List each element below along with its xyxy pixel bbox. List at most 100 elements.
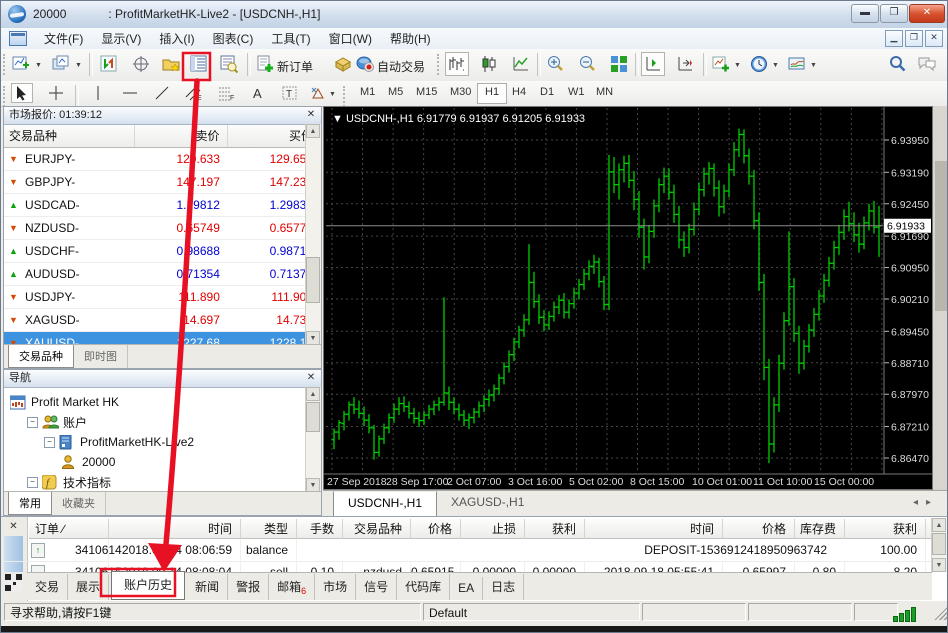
terminal-close-icon[interactable]: ✕ (7, 520, 20, 533)
menu-item-0[interactable]: 文件(F) (35, 28, 92, 49)
candle-chart-mode-button[interactable] (477, 52, 501, 76)
periods-button[interactable] (747, 52, 771, 76)
indicators-dropdown[interactable]: ▼ (734, 62, 741, 69)
chat-icon[interactable] (915, 52, 939, 76)
terminal-column-0[interactable]: 订单 ∕ (29, 519, 109, 539)
toolbar-grip[interactable] (3, 54, 8, 75)
terminal-column-11[interactable]: 获利 (845, 519, 926, 539)
chart-tab-arrows[interactable]: ◂▸ (913, 497, 939, 508)
scroll-down-icon[interactable]: ▼ (932, 558, 946, 572)
market-watch-close-icon[interactable]: ✕ (305, 109, 317, 121)
scroll-thumb[interactable] (306, 257, 320, 303)
terminal-column-9[interactable]: 价格 (723, 519, 795, 539)
restore-button[interactable]: ❐ (880, 4, 908, 23)
menu-item-2[interactable]: 插入(I) (150, 28, 203, 49)
terminal-tab-10[interactable]: 日志 (483, 574, 524, 600)
price-chart[interactable]: 6.939506.931906.924506.916906.909506.902… (323, 106, 933, 490)
data-window-button[interactable] (217, 52, 241, 76)
scroll-down-icon[interactable]: ▼ (306, 478, 320, 492)
tree-expander-icon[interactable]: − (44, 437, 55, 448)
terminal-tab-0[interactable]: 交易 (27, 574, 68, 600)
scroll-up-icon[interactable]: ▲ (306, 124, 320, 138)
close-button[interactable]: ✕ (909, 4, 945, 23)
shapes-button[interactable] (307, 83, 329, 103)
navigator-close-icon[interactable]: ✕ (305, 372, 317, 384)
resize-grip[interactable] (934, 607, 947, 620)
terminal-tab-5[interactable]: 邮箱6 (269, 574, 315, 600)
crosshair-target-button[interactable] (129, 52, 153, 76)
toolbar-grip[interactable] (437, 54, 442, 75)
market-watch-row-eurjpy[interactable]: ▼EURJPY-129.633129.655 (4, 148, 321, 171)
terminal-column-6[interactable]: 止损 (461, 519, 525, 539)
horizontal-line-button[interactable] (119, 83, 141, 103)
scroll-thumb[interactable] (306, 402, 320, 432)
timeframe-d1[interactable]: D1 (533, 83, 561, 102)
scroll-up-icon[interactable]: ▲ (932, 518, 946, 532)
market-watch-row-usdjpy[interactable]: ▼USDJPY-111.890111.906 (4, 286, 321, 309)
market-watch-row-nzdusd[interactable]: ▼NZDUSD-0.657490.65773 (4, 217, 321, 240)
tree-expander-icon[interactable]: − (27, 477, 38, 488)
terminal-tab-2[interactable]: 账户历史 (111, 571, 185, 600)
periods-dropdown[interactable]: ▼ (772, 62, 779, 69)
terminal-tab-3[interactable]: 新闻 (187, 574, 228, 600)
navigator-item-4[interactable]: −f技术指标 (4, 472, 321, 492)
terminal-column-10[interactable]: 库存费 (795, 519, 845, 539)
new-chart-dropdown[interactable]: ▼ (35, 62, 42, 69)
navigator-item-2[interactable]: −ProfitMarketHK-Live2 (4, 432, 321, 452)
market-watch-row-audusd[interactable]: ▲AUDUSD-0.713540.71373 (4, 263, 321, 286)
zoom-out-button[interactable] (575, 52, 599, 76)
timeframe-m15[interactable]: M15 (409, 83, 444, 102)
navigator-folder-button[interactable] (159, 52, 183, 76)
minimize-button[interactable]: ▬ (851, 4, 879, 23)
vertical-line-button[interactable] (87, 83, 109, 103)
timeframe-m1[interactable]: M1 (353, 83, 382, 102)
menu-item-5[interactable]: 窗口(W) (320, 28, 381, 49)
trendline-button[interactable] (151, 83, 173, 103)
profiles-dropdown[interactable]: ▼ (75, 62, 82, 69)
market-watch-row-usdchf[interactable]: ▲USDCHF-0.986880.98712 (4, 240, 321, 263)
shapes-dropdown[interactable]: ▼ (329, 91, 336, 98)
terminal-column-7[interactable]: 获利 (525, 519, 585, 539)
terminal-tab-6[interactable]: 市场 (315, 574, 356, 600)
market-watch-button[interactable] (187, 52, 211, 76)
tile-windows-button[interactable] (607, 52, 631, 76)
chart-side-scrollbar[interactable] (933, 106, 948, 488)
text-label-button[interactable]: T (279, 83, 301, 103)
crosshair-button[interactable] (45, 83, 67, 103)
timeframe-m5[interactable]: M5 (381, 83, 410, 102)
market-watch-row-usdcad[interactable]: ▲USDCAD-1.298121.29834 (4, 194, 321, 217)
scroll-up-icon[interactable]: ▲ (306, 387, 320, 401)
navigator-item-0[interactable]: Profit Market HK (4, 392, 321, 412)
tab-tick-chart[interactable]: 即时图 (74, 345, 128, 368)
column-bid[interactable]: 卖价 (135, 125, 229, 147)
timeframe-m30[interactable]: M30 (443, 83, 478, 102)
templates-dropdown[interactable]: ▼ (810, 62, 817, 69)
templates-button[interactable] (785, 52, 809, 76)
indicators-button[interactable] (709, 52, 733, 76)
tab-common[interactable]: 常用 (8, 492, 52, 515)
terminal-column-3[interactable]: 手数 (297, 519, 343, 539)
profiles-button[interactable] (49, 52, 73, 76)
navigator-item-3[interactable]: 20000 (4, 452, 321, 472)
cursor-button[interactable] (11, 83, 33, 103)
market-watch-row-gbpjpy[interactable]: ▼GBPJPY-147.197147.233 (4, 171, 321, 194)
timeframe-h1[interactable]: H1 (477, 83, 507, 104)
child-minimize-button[interactable]: ▁ (885, 30, 903, 47)
column-symbol[interactable]: 交易品种 (4, 125, 135, 147)
child-restore-button[interactable]: ❐ (905, 30, 923, 47)
terminal-tab-4[interactable]: 警报 (228, 574, 269, 600)
scroll-down-icon[interactable]: ▼ (306, 331, 320, 345)
new-order-button[interactable]: 新订单 (277, 58, 313, 75)
text-button[interactable]: A (247, 83, 269, 103)
channel-button[interactable]: E (183, 83, 205, 103)
new-order-icon[interactable] (253, 52, 277, 76)
zoom-in-button[interactable] (543, 52, 567, 76)
tab-symbols[interactable]: 交易品种 (8, 345, 74, 368)
chart-shift-button[interactable] (641, 52, 665, 76)
menu-item-4[interactable]: 工具(T) (262, 28, 319, 49)
autotrading-button[interactable]: 自动交易 (377, 58, 425, 75)
terminal-tab-9[interactable]: EA (450, 577, 483, 600)
terminal-row-3410614[interactable]: ↑34106142018.09.14 08:06:59balanceDEPOSI… (1, 539, 931, 562)
new-chart-button[interactable] (9, 52, 33, 76)
market-watch-scrollbar[interactable]: ▲ ▼ (305, 124, 321, 345)
